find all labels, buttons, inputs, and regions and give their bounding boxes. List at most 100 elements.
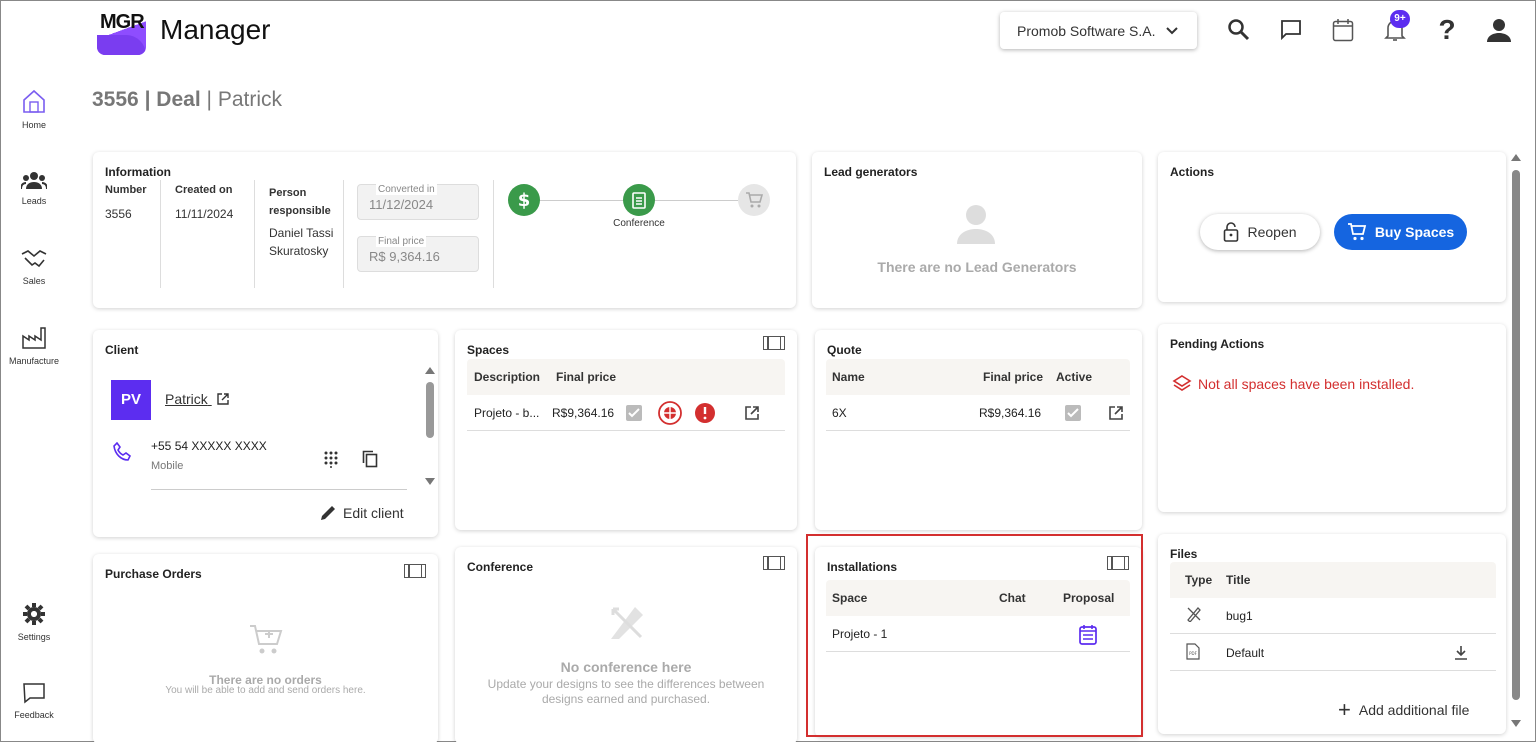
phone-number: +55 54 XXXXX XXXX [151,439,267,453]
number-value: 3556 [105,207,132,221]
expand-icon[interactable] [763,556,785,570]
alert-icon [695,403,715,423]
table-row: bug1 [1170,598,1496,634]
scroll-down-arrow[interactable] [1511,720,1521,727]
add-file-button[interactable]: + Add additional file [1338,697,1469,722]
quote-card: Quote Name Final price Active 6X R$9,364.16 [815,330,1142,530]
page-title: 3556 | Deal | Patrick [92,88,282,111]
cart-add-icon [250,625,283,654]
promob-icon[interactable] [658,401,682,425]
nav-label: Leads [21,196,47,206]
client-scroll-down[interactable] [425,478,435,485]
client-card: Client PV Patrick +55 54 XXXXX XXXX Mobi… [93,330,438,537]
installations-highlight [806,534,1143,737]
files-card: Files Type Title bug1 PDF Default + Add a… [1158,534,1506,734]
person-value: Daniel Tassi Skuratosky [269,226,334,258]
home-icon [23,89,45,113]
plus-icon: + [1338,697,1351,722]
scroll-up-arrow[interactable] [1511,154,1521,161]
logo-text: MGR [100,11,145,33]
chat-icon[interactable] [1277,16,1305,44]
nav-sales[interactable]: Sales [8,248,60,286]
information-card: Information Number 3556 Created on 11/11… [93,152,796,308]
card-title: Lead generators [824,165,918,179]
design-file-icon [1187,607,1201,622]
card-title: Pending Actions [1170,337,1265,351]
avatar: PV [111,380,151,420]
nav-manufacture[interactable]: Manufacture [8,326,60,366]
dialpad-icon[interactable] [323,450,339,468]
card-title: Conference [467,560,534,574]
help-icon[interactable]: ? [1433,14,1461,45]
check-icon [1065,405,1081,421]
final-price-field: Final price R$ 9,364.16 [357,236,479,272]
external-link-icon [216,393,229,405]
nav-settings[interactable]: Settings [8,602,60,642]
nav-label: Home [21,120,46,130]
notifications-badge: 9+ [1390,10,1410,28]
app-logo: MGR [97,8,146,55]
expand-icon[interactable] [763,336,785,350]
open-icon[interactable] [744,405,760,421]
expand-icon[interactable] [404,564,426,578]
pending-actions-card: Pending Actions Not all spaces have been… [1158,324,1506,512]
files-table-header: Type Title [1170,562,1496,598]
actions-card: Actions Reopen Buy Spaces [1158,152,1506,302]
step-purchase [738,184,770,216]
client-link[interactable]: Patrick [165,391,230,407]
search-icon[interactable] [1225,16,1253,44]
nav-home[interactable]: Home [8,88,60,130]
purchase-orders-card: Purchase Orders There are no orders You … [93,554,438,742]
people-icon [21,172,47,190]
nav-leads[interactable]: Leads [8,170,60,206]
client-scrollbar[interactable] [426,382,434,438]
empty-subtitle: You will be able to add and send orders … [165,685,366,696]
svg-text:$: $ [518,191,531,209]
nav-feedback[interactable]: Feedback [8,682,60,720]
pencil-icon [321,506,335,520]
copy-icon[interactable] [362,450,378,468]
pdf-file-icon: PDF [1186,643,1200,660]
factory-icon [22,327,46,349]
open-icon[interactable] [1108,405,1124,421]
created-value: 11/11/2024 [175,207,234,221]
company-selector[interactable]: Promob Software S.A. [1000,12,1197,49]
card-title: Quote [827,343,862,357]
empty-subtitle: Update your designs to see the differenc… [487,677,765,706]
reopen-button[interactable]: Reopen [1200,214,1320,250]
nav-label: Manufacture [8,356,60,366]
company-name: Promob Software S.A. [1017,22,1156,39]
dollar-icon: $ [518,191,531,209]
user-icon[interactable] [1485,16,1513,44]
step-deal: $ [508,184,540,216]
calendar-icon[interactable] [1329,16,1357,44]
design-tools-icon [611,607,643,639]
gear-icon [23,603,45,625]
buy-spaces-button[interactable]: Buy Spaces [1334,214,1467,250]
svg-text:PDF: PDF [1189,651,1197,656]
card-title: Purchase Orders [105,567,202,581]
download-icon[interactable] [1454,645,1468,661]
spaces-card: Spaces Description Final price Projeto - … [455,330,797,530]
nav-label: Sales [22,276,46,286]
card-title: Client [105,343,139,357]
table-row: 6X R$9,364.16 [826,395,1130,431]
layers-icon [1172,375,1192,391]
cart-icon [1347,223,1366,241]
quote-table-header: Name Final price Active [826,359,1130,395]
main-scrollbar[interactable] [1512,170,1520,700]
number-label: Number [105,184,147,196]
chevron-down-icon [1165,26,1178,34]
person-placeholder-icon [957,205,995,244]
edit-client-button[interactable]: Edit client [319,504,404,522]
card-title: Files [1170,547,1198,561]
client-scroll-up[interactable] [425,367,435,374]
table-row: PDF Default [1170,635,1496,671]
phone-icon [113,442,132,461]
card-title: Actions [1170,165,1215,179]
empty-title: No conference here [560,659,692,675]
empty-message: There are no Lead Generators [877,259,1077,275]
cart-icon [746,192,763,208]
card-title: Spaces [467,343,510,357]
app-title: Manager [160,14,271,45]
